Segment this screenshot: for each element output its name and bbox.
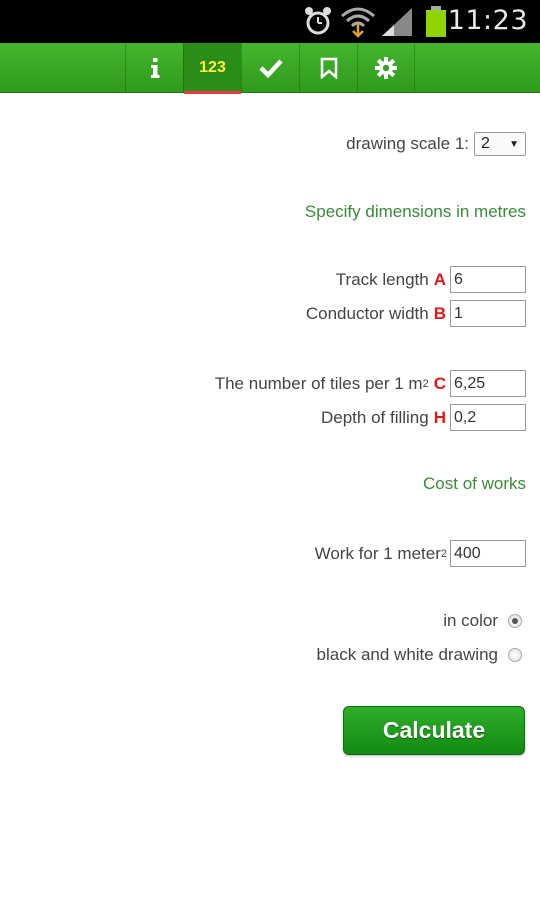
work-cost-input[interactable] [450,540,526,567]
track-length-row: Track length A [336,266,526,293]
conductor-width-label: Conductor width [305,303,429,323]
color-option-label: in color [443,611,498,630]
cost-heading: Cost of works [423,474,526,493]
track-length-input[interactable] [450,266,526,293]
filling-depth-input[interactable] [450,404,526,431]
conductor-width-input[interactable] [450,300,526,327]
tiles-label: The number of tiles per 1 m [214,373,423,393]
scale-value: 2 [481,135,490,152]
conductor-width-letter: B [433,303,446,323]
conductor-width-row: Conductor width B [306,300,526,327]
work-cost-row: Work for 1 meter 2 [315,540,526,567]
color-option[interactable]: in color [443,611,522,631]
tiles-row: The number of tiles per 1 m2 C [215,370,526,397]
track-length-letter: A [433,269,446,289]
check-icon [258,59,283,78]
battery-icon [426,6,446,37]
chevron-down-icon: ▼ [509,138,519,150]
filling-depth-letter: H [433,407,446,427]
bw-radio[interactable] [508,648,522,662]
tab-bookmark[interactable] [299,43,357,93]
tab-calculator-label: 123 [199,59,226,76]
dimensions-heading: Specify dimensions in metres [304,202,526,221]
signal-icon [382,8,412,36]
work-cost-label: Work for 1 meter [314,543,441,563]
tiles-letter: C [433,373,446,393]
filling-depth-row: Depth of filling H [321,404,526,431]
tab-info[interactable] [125,43,183,93]
tab-settings[interactable] [357,43,415,93]
bookmark-icon [320,57,337,79]
calculate-button[interactable]: Calculate [343,706,525,755]
wifi-icon [341,7,375,38]
status-bar: 11:23 [0,0,540,43]
alarm-icon [305,7,331,35]
tab-calculator[interactable]: 123 [183,43,241,94]
tiles-input[interactable] [450,370,526,397]
info-icon [150,58,159,78]
scale-label: drawing scale 1: [346,134,469,153]
bw-option-label: black and white drawing [316,645,498,664]
bw-option[interactable]: black and white drawing [317,645,522,665]
gear-icon [375,57,397,79]
scale-row: drawing scale 1: 2 ▼ [346,132,526,156]
filling-depth-label: Depth of filling [320,407,429,427]
tab-check[interactable] [241,43,299,93]
scale-select[interactable]: 2 ▼ [474,132,526,156]
track-length-label: Track length [335,269,429,289]
clock: 11:23 [447,5,528,36]
color-radio[interactable] [508,614,522,628]
toolbar: 123 [0,43,540,94]
